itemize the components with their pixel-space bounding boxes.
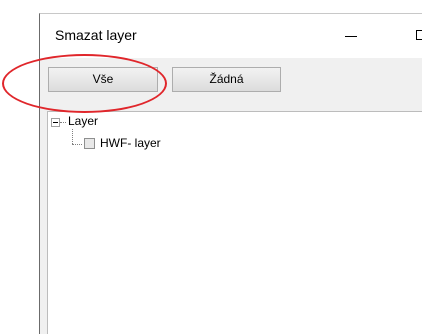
select-all-button[interactable]: Vše <box>48 67 158 92</box>
collapse-icon[interactable] <box>51 118 60 127</box>
toolbar: Vše Žádná <box>40 58 422 108</box>
tree-connector <box>72 144 82 145</box>
dialog-window: Smazat layer Vše Žádná Layer HWF- layer <box>39 13 422 334</box>
layer-tree[interactable]: Layer HWF- layer <box>47 111 422 334</box>
tree-node-child-label[interactable]: HWF- layer <box>100 136 161 150</box>
tree-node-root-label[interactable]: Layer <box>68 114 98 128</box>
window-title: Smazat layer <box>55 27 137 43</box>
select-none-button[interactable]: Žádná <box>172 67 281 92</box>
tree-connector <box>60 122 66 123</box>
title-bar: Smazat layer <box>40 14 422 58</box>
minimize-icon[interactable] <box>345 36 357 37</box>
layer-checkbox[interactable] <box>84 138 95 149</box>
screenshot-stage: Smazat layer Vše Žádná Layer HWF- layer <box>0 0 422 334</box>
maximize-icon[interactable] <box>416 30 422 40</box>
tree-connector <box>72 129 73 144</box>
